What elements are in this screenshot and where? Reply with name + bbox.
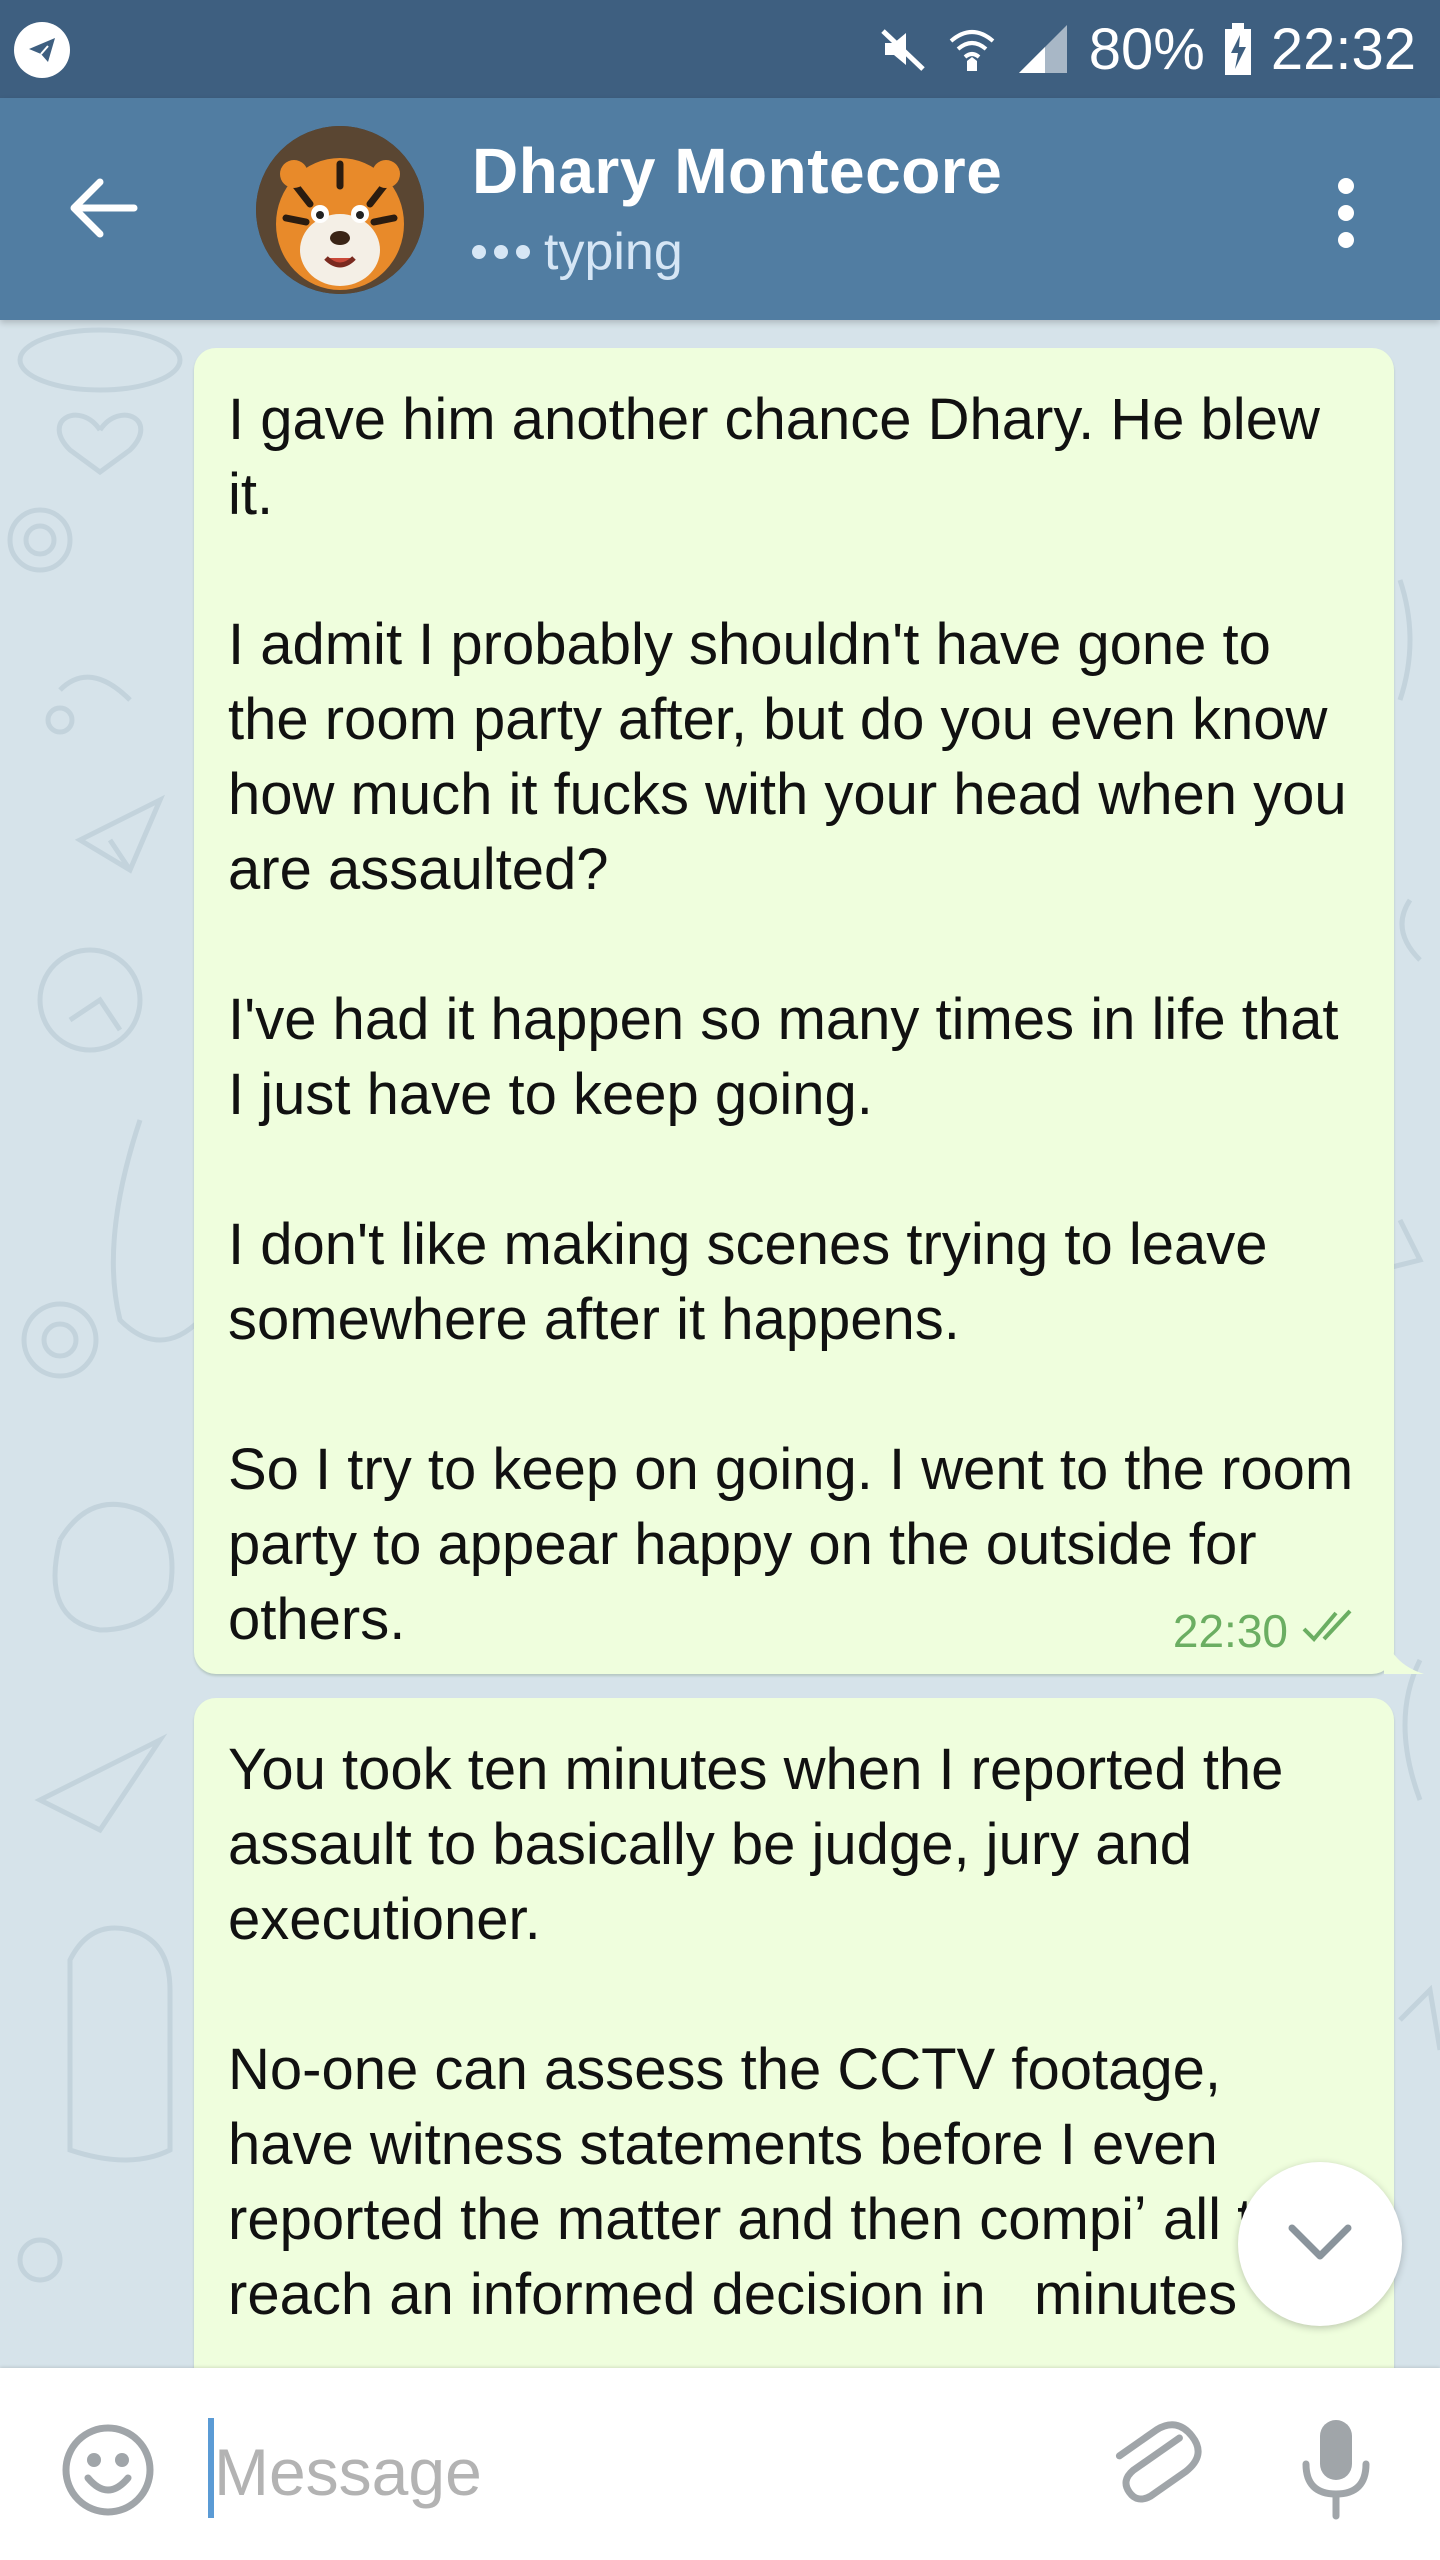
scroll-down-button[interactable]: [1238, 2162, 1402, 2326]
double-check-icon: [1300, 1604, 1362, 1658]
chat-area[interactable]: I gave him another chance Dhary. He blew…: [0, 320, 1440, 2368]
wifi-icon: [947, 23, 997, 75]
avatar[interactable]: [256, 126, 424, 294]
bubble-tail: [1384, 1634, 1424, 1674]
message-input[interactable]: [214, 2424, 1014, 2520]
microphone-icon[interactable]: [1296, 2414, 1376, 2524]
mute-icon: [877, 23, 929, 75]
battery-percent: 80%: [1088, 16, 1205, 82]
status-bar: 80% 22:32: [0, 0, 1440, 98]
message-text: I gave him another chance Dhary. He blew…: [228, 387, 1354, 1652]
message-bubble-outgoing[interactable]: I gave him another chance Dhary. He blew…: [194, 348, 1424, 1674]
contact-name[interactable]: Dhary Montecore: [472, 134, 1002, 208]
chevron-down-icon: [1288, 2224, 1352, 2260]
battery-charging-icon: [1223, 21, 1253, 77]
telegram-icon: [14, 22, 70, 78]
signal-icon: [1015, 21, 1071, 77]
chat-header: Dhary Montecore typing: [0, 98, 1440, 320]
more-vert-icon[interactable]: [1316, 168, 1376, 258]
status-time: 22:32: [1270, 16, 1416, 82]
message-bubble-outgoing[interactable]: You took ten minutes when I reported the…: [194, 1698, 1394, 2368]
attach-icon[interactable]: [1104, 2412, 1204, 2522]
message-input-bar: [0, 2368, 1440, 2560]
typing-status: typing: [472, 222, 683, 282]
status-text: typing: [544, 223, 683, 281]
message-time: 22:30: [1172, 1605, 1288, 1657]
back-arrow-icon[interactable]: [66, 170, 166, 250]
message-text: You took ten minutes when I reported the…: [228, 1737, 1285, 2327]
message-meta: 22:30: [1173, 1604, 1362, 1658]
emoji-icon[interactable]: [60, 2422, 156, 2518]
typing-dots-icon: [472, 245, 530, 259]
